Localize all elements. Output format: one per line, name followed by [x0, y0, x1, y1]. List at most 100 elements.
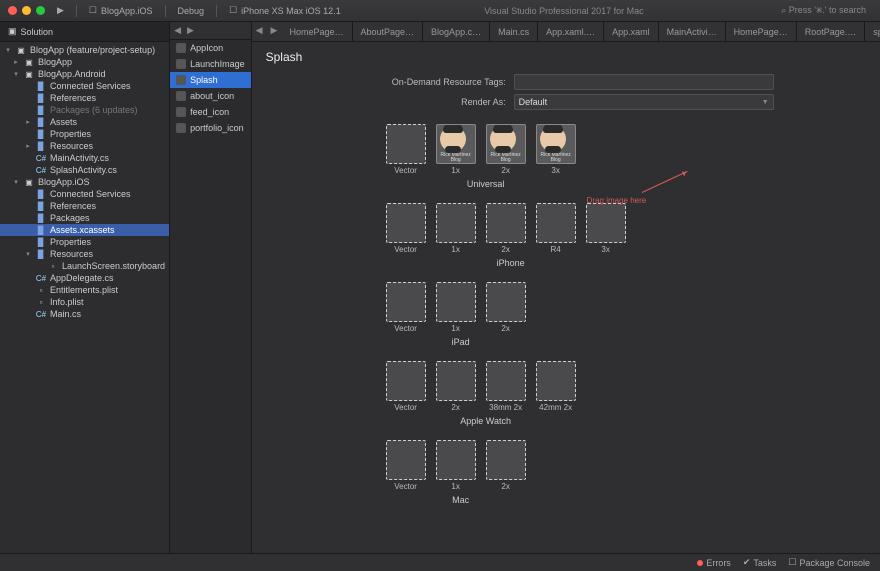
tab-nav-back-icon[interactable]: ◀	[252, 22, 267, 41]
image-slot[interactable]: Rick MartinezBlog2x	[486, 124, 526, 175]
image-slot[interactable]: Rick MartinezBlog3x	[536, 124, 576, 175]
tree-item[interactable]: ▫Entitlements.plist	[0, 284, 169, 296]
device-selector[interactable]: ☐ iPhone XS Max iOS 12.1	[223, 3, 347, 18]
status-package-console[interactable]: ☐ Package Console	[788, 557, 870, 568]
asset-row[interactable]: AppIcon	[170, 40, 251, 56]
image-slot[interactable]: 42mm 2x	[536, 361, 576, 412]
forward-icon[interactable]: ▶	[187, 25, 194, 36]
slot-label: 1x	[451, 324, 459, 333]
tree-item[interactable]: C#MainActivity.cs	[0, 152, 169, 164]
chevron-down-icon: ▼	[762, 99, 769, 106]
image-slot[interactable]: Vector	[386, 203, 426, 254]
editor-tab[interactable]: HomePage…	[726, 22, 797, 41]
tab-strip[interactable]: ◀ ▶ HomePage…AboutPage…BlogApp.c…Main.cs…	[252, 22, 880, 42]
tree-item[interactable]: ▉Connected Services	[0, 188, 169, 200]
tab-nav-fwd-icon[interactable]: ▶	[267, 22, 282, 41]
editor-tab[interactable]: App.xaml.…	[538, 22, 604, 41]
status-tasks[interactable]: ✔ Tasks	[743, 557, 777, 568]
search-hint[interactable]: ⌕ Press '⌘.' to search	[781, 5, 872, 16]
titlebar: ▶ ☐ BlogApp.iOS Debug ☐ iPhone XS Max iO…	[0, 0, 880, 22]
slot-label: 3x	[601, 245, 609, 254]
asset-list-panel: ◀▶ AppIconLaunchImageSplashabout_iconfee…	[170, 22, 252, 553]
minimize-icon[interactable]	[22, 6, 31, 15]
tree-item[interactable]: ▸▣BlogApp	[0, 56, 169, 68]
image-slot[interactable]: 1x	[436, 203, 476, 254]
image-slot[interactable]: R4	[536, 203, 576, 254]
close-icon[interactable]	[8, 6, 17, 15]
asset-row[interactable]: LaunchImage	[170, 56, 251, 72]
asset-list-nav[interactable]: ◀▶	[170, 22, 251, 40]
editor-tab[interactable]: HomePage…	[281, 22, 352, 41]
tree-item[interactable]: ▾▉Resources	[0, 248, 169, 260]
tree-item[interactable]: ▉References	[0, 200, 169, 212]
tree-item[interactable]: C#AppDelegate.cs	[0, 272, 169, 284]
image-slot[interactable]: Vector	[386, 124, 426, 175]
asset-row[interactable]: feed_icon	[170, 104, 251, 120]
tree-item[interactable]: C#SplashActivity.cs	[0, 164, 169, 176]
image-slot[interactable]: 1x	[436, 282, 476, 333]
asset-icon	[176, 59, 186, 69]
editor-tab[interactable]: splash_scr…	[865, 22, 880, 41]
tree-item[interactable]: C#Main.cs	[0, 308, 169, 320]
solution-root[interactable]: ▾▣BlogApp (feature/project-setup)	[0, 44, 169, 56]
config-selector[interactable]: Debug	[172, 4, 211, 18]
image-slot[interactable]: 2x	[486, 440, 526, 491]
image-slot[interactable]: Vector	[386, 361, 426, 412]
tree-item[interactable]: ▉Properties	[0, 128, 169, 140]
set-caption: iPhone	[386, 258, 636, 268]
asset-icon	[176, 107, 186, 117]
image-slot[interactable]: Rick MartinezBlog1x	[436, 124, 476, 175]
tree-item[interactable]: ▸▉Assets	[0, 116, 169, 128]
tags-label: On-Demand Resource Tags:	[386, 77, 506, 87]
slot-label: 2x	[501, 324, 509, 333]
tags-input[interactable]	[514, 74, 774, 90]
asset-icon	[176, 75, 186, 85]
image-slot[interactable]: 2x	[486, 203, 526, 254]
annotation-text: Drag image here	[587, 196, 647, 205]
editor-tab[interactable]: BlogApp.c…	[423, 22, 490, 41]
editor-tab[interactable]: MainActivi…	[659, 22, 726, 41]
solution-tree[interactable]: ▾▣BlogApp (feature/project-setup)▸▣BlogA…	[0, 42, 169, 553]
set-caption: Apple Watch	[386, 416, 586, 426]
tree-item[interactable]: ▫LaunchScreen.storyboard	[0, 260, 169, 272]
asset-row[interactable]: about_icon	[170, 88, 251, 104]
asset-icon	[176, 123, 186, 133]
image-slot[interactable]: 3x	[586, 203, 626, 254]
window-controls[interactable]	[8, 6, 45, 15]
status-errors[interactable]: Errors	[697, 558, 731, 568]
set-caption: iPad	[386, 337, 536, 347]
slot-label: 38mm 2x	[489, 403, 522, 412]
editor-tab[interactable]: AboutPage…	[353, 22, 424, 41]
image-slot[interactable]: 1x	[436, 440, 476, 491]
editor-tab[interactable]: Main.cs	[490, 22, 538, 41]
project-selector[interactable]: ☐ BlogApp.iOS	[83, 3, 159, 18]
asset-row[interactable]: Splash	[170, 72, 251, 88]
tree-item[interactable]: ▾▣BlogApp.iOS	[0, 176, 169, 188]
tree-item[interactable]: ▉Connected Services	[0, 80, 169, 92]
run-button[interactable]: ▶	[51, 3, 70, 18]
image-slot[interactable]: 2x	[486, 282, 526, 333]
tree-item[interactable]: ▉Packages (6 updates)	[0, 104, 169, 116]
render-select[interactable]: Default▼	[514, 94, 774, 110]
image-slot[interactable]: 2x	[436, 361, 476, 412]
tree-item[interactable]: ▉Assets.xcassets	[0, 224, 169, 236]
slot-label: 42mm 2x	[539, 403, 572, 412]
asset-row[interactable]: portfolio_icon	[170, 120, 251, 136]
zoom-icon[interactable]	[36, 6, 45, 15]
slot-label: R4	[551, 245, 561, 254]
tree-item[interactable]: ▫Info.plist	[0, 296, 169, 308]
editor-tab[interactable]: RootPage.…	[797, 22, 866, 41]
tree-item[interactable]: ▉Packages	[0, 212, 169, 224]
editor-tab[interactable]: App.xaml	[604, 22, 659, 41]
set-caption: Mac	[386, 495, 536, 505]
tree-item[interactable]: ▾▣BlogApp.Android	[0, 68, 169, 80]
tree-item[interactable]: ▉Properties	[0, 236, 169, 248]
editor-panel: ◀ ▶ HomePage…AboutPage…BlogApp.c…Main.cs…	[252, 22, 880, 553]
slot-label: Vector	[394, 403, 417, 412]
back-icon[interactable]: ◀	[174, 25, 181, 36]
image-slot[interactable]: 38mm 2x	[486, 361, 526, 412]
tree-item[interactable]: ▸▉Resources	[0, 140, 169, 152]
image-slot[interactable]: Vector	[386, 282, 426, 333]
tree-item[interactable]: ▉References	[0, 92, 169, 104]
image-slot[interactable]: Vector	[386, 440, 426, 491]
